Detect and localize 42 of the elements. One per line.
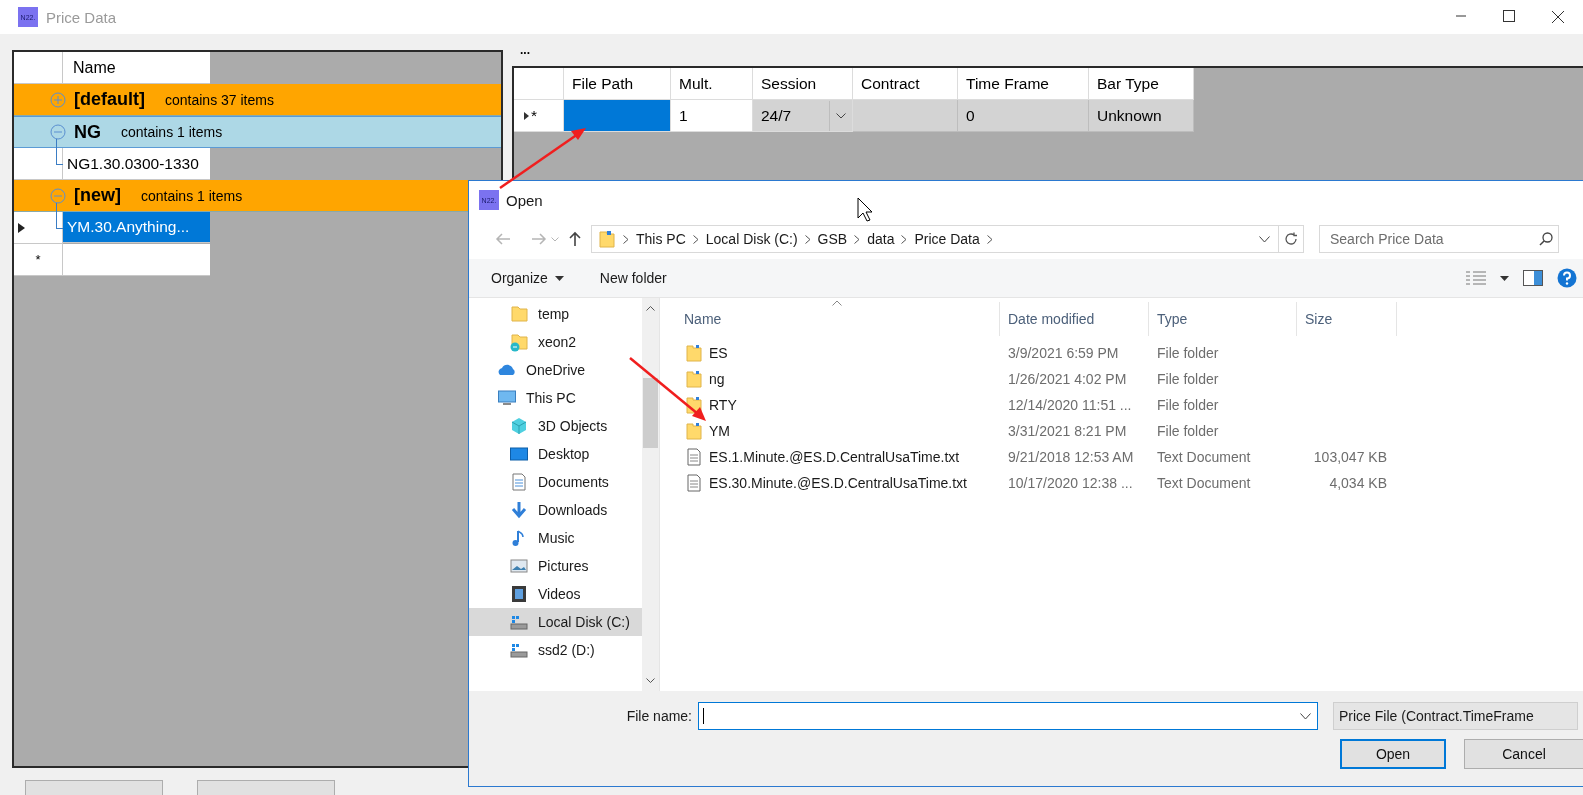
new-row-marker: * [531,106,538,125]
row-header: * [14,244,63,276]
file-name: RTY [709,397,737,413]
file-type: Text Document [1156,475,1252,491]
window-title: Price Data [46,8,117,26]
file-size: 103,047 KB [1312,449,1388,465]
column-header: File Path [564,68,671,100]
panel-label: ... [519,46,531,59]
dialog-title: Open [506,191,543,209]
dropdown-value: 24/7 [761,106,792,125]
grid-cell: Unknown [1089,100,1194,132]
file-date: 12/14/2020 11:51 ... [1007,397,1133,413]
group-name: [new] [74,185,121,206]
file-date: 10/17/2020 12:38 ... [1007,475,1134,491]
file-name: ES.1.Minute.@ES.D.CentralUsaTime.txt [709,449,960,465]
group-name: NG [74,121,101,143]
file-date: 1/26/2021 4:02 PM [1007,371,1128,387]
column-header: Name [63,52,210,84]
file-date: 3/31/2021 8:21 PM [1007,423,1128,439]
column-header: Contract [853,68,958,100]
column-header: Mult. [671,68,753,100]
column-header: Time Frame [958,68,1089,100]
group-summary: contains 37 items [165,91,274,108]
file-name: ES [709,345,728,361]
file-date: 9/21/2018 12:53 AM [1007,449,1135,465]
file-type: File folder [1156,397,1220,413]
file-name: ng [709,371,725,387]
field-label: File name: [625,708,693,724]
file-type: Text Document [1156,449,1252,465]
column-header: Session [753,68,853,100]
group-summary: contains 1 items [141,187,243,204]
group-summary: contains 1 items [121,124,223,140]
file-type: File folder [1156,345,1220,361]
file-type: File folder [1156,371,1220,387]
column-header: Bar Type [1089,68,1194,100]
file-name: YM [709,423,730,439]
file-type: File folder [1156,423,1220,439]
file-size: 4,034 KB [1328,475,1388,491]
file-date: 3/9/2021 6:59 PM [1007,345,1120,361]
group-name: [default] [74,89,145,110]
file-name: ES.30.Minute.@ES.D.CentralUsaTime.txt [709,475,967,491]
grid-cell: 0 [958,100,1089,132]
